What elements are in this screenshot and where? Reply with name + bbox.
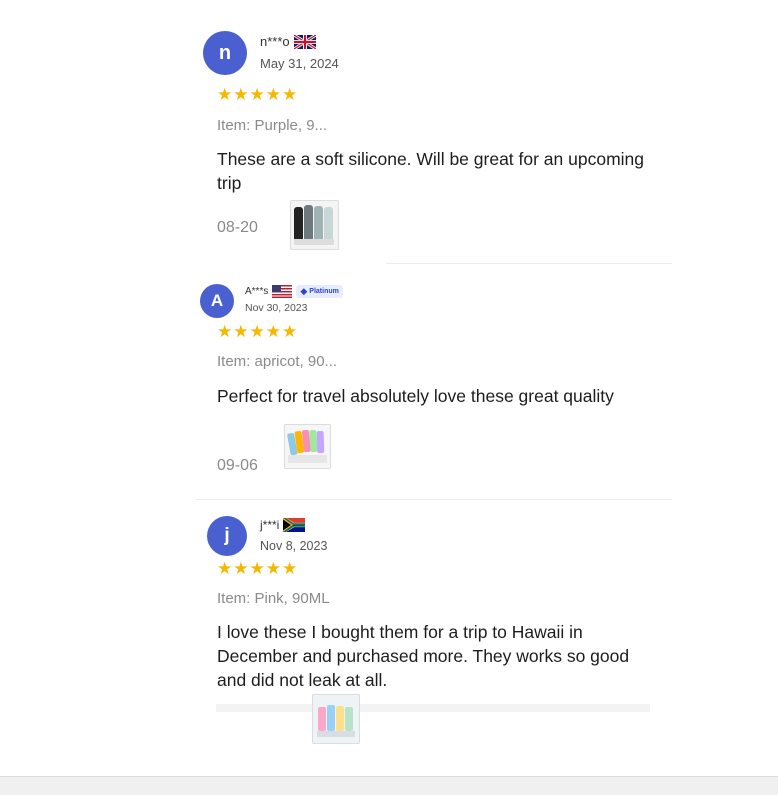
review-text: I love these I bought them for a trip to… xyxy=(217,622,630,690)
reviewer-name: j***i xyxy=(260,518,306,532)
review-text: These are a soft silicone. Will be great… xyxy=(217,149,645,193)
review-card: n n***o May 31, 2024 ★★★★★ Item: Purple,… xyxy=(196,0,672,265)
star-rating: ★★★★★ xyxy=(217,85,299,104)
avatar[interactable]: A xyxy=(200,284,234,318)
platinum-badge: ◆ Platinum xyxy=(296,285,343,298)
reviewer-username: j***i xyxy=(260,518,280,532)
avatar[interactable]: n xyxy=(203,31,247,75)
review-card: A A***s ◆ Platinum Nov 30, 2023 ★★★★★ It… xyxy=(196,265,672,500)
bottom-bar xyxy=(0,776,778,795)
item-variant: Item: apricot, 90... xyxy=(217,353,338,370)
review-text: Perfect for travel absolutely love these… xyxy=(217,386,614,406)
review-photo-thumbnail[interactable] xyxy=(312,694,360,744)
review-card: j j***i Nov 8, 2023 ★★★★★ Item: Pink, 90… xyxy=(196,500,672,750)
reviewer-username: A***s xyxy=(245,286,269,297)
review-post-date: 08-20 xyxy=(217,219,258,236)
diamond-icon: ◆ xyxy=(300,286,308,296)
review-photo-thumbnail[interactable] xyxy=(284,424,331,469)
review-date: Nov 30, 2023 xyxy=(245,302,308,314)
badge-label: Platinum xyxy=(309,288,339,295)
review-post-date: 09-06 xyxy=(217,457,258,474)
us-flag-icon xyxy=(272,285,293,298)
reviewer-name: A***s ◆ Platinum xyxy=(245,285,343,298)
avatar[interactable]: j xyxy=(207,516,247,556)
review-divider xyxy=(386,263,672,264)
uk-flag-icon xyxy=(293,34,316,49)
review-divider xyxy=(216,704,650,712)
reviewer-username: n***o xyxy=(260,34,290,49)
item-variant: Item: Purple, 9... xyxy=(217,117,328,134)
review-photo-thumbnail[interactable] xyxy=(290,200,339,250)
star-rating: ★★★★★ xyxy=(217,559,299,578)
review-date: Nov 8, 2023 xyxy=(260,539,328,553)
reviewer-name: n***o xyxy=(260,34,316,49)
south-africa-flag-icon xyxy=(283,518,306,532)
review-date: May 31, 2024 xyxy=(260,56,339,71)
item-variant: Item: Pink, 90ML xyxy=(217,590,330,607)
star-rating: ★★★★★ xyxy=(217,322,299,341)
